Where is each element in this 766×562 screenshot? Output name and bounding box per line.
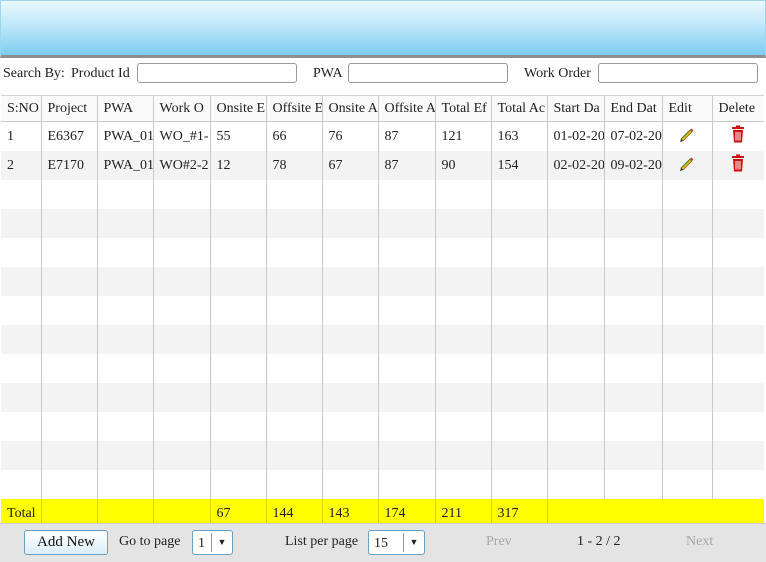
cell-total-effort: 90 (435, 151, 492, 180)
cell-sno: 1 (1, 121, 42, 151)
column-header-work-order[interactable]: Work O (153, 95, 211, 122)
cell-end-date: 09-02-2013 (604, 151, 663, 180)
pencil-icon[interactable] (678, 155, 696, 171)
cell-delete (712, 121, 764, 151)
prev-button[interactable]: Prev (486, 534, 512, 550)
cell-work-order: WO#2-2 (153, 151, 211, 180)
cell-end-date: 07-02-2013 (604, 121, 663, 151)
pwa-input[interactable] (348, 63, 508, 83)
cell-start-date: 02-02-2013 (547, 151, 605, 180)
empty-row (1, 412, 764, 441)
cell-total-effort: 121 (435, 121, 492, 151)
cell-offsite-estimate: 66 (266, 121, 323, 151)
cell-project: E7170 (41, 151, 98, 180)
table-row[interactable]: 1 E6367 PWA_01 WO_#1- 55 66 76 87 121 16… (1, 121, 764, 151)
column-header-sno[interactable]: S:NO (1, 95, 42, 122)
add-new-button[interactable]: Add New (24, 530, 108, 555)
cell-start-date: 01-02-2013 (547, 121, 605, 151)
cell-work-order: WO_#1- (153, 121, 211, 151)
empty-row (1, 383, 764, 412)
chevron-down-icon[interactable]: ▼ (211, 533, 232, 552)
cell-offsite-estimate: 78 (266, 151, 323, 180)
next-button[interactable]: Next (686, 534, 713, 550)
chevron-down-icon[interactable]: ▼ (403, 533, 424, 552)
trash-icon[interactable] (731, 154, 745, 172)
product-id-input[interactable] (137, 63, 297, 83)
top-banner (0, 0, 766, 58)
cell-edit (662, 151, 713, 180)
cell-onsite-actual: 76 (322, 121, 379, 151)
empty-row (1, 238, 764, 267)
search-by-label: Search By: (3, 66, 65, 81)
product-id-label: Product Id (71, 66, 130, 81)
column-header-onsite-actual[interactable]: Onsite A (322, 95, 379, 122)
grid-header-row: S:NO Project PWA Work O Onsite E Offsite… (1, 95, 764, 122)
list-per-page-label: List per page (285, 534, 359, 549)
empty-row (1, 180, 764, 209)
table-row[interactable]: 2 E7170 PWA_01 WO#2-2 12 78 67 87 90 154… (1, 151, 764, 180)
column-header-offsite-estimate[interactable]: Offsite E (266, 95, 323, 122)
column-header-offsite-actual[interactable]: Offsite A (378, 95, 436, 122)
cell-project: E6367 (41, 121, 98, 151)
column-header-total-effort[interactable]: Total Ef (435, 95, 492, 122)
column-header-project[interactable]: Project (41, 95, 98, 122)
cell-sno: 2 (1, 151, 42, 180)
cell-onsite-estimate: 55 (210, 121, 267, 151)
cell-onsite-actual: 67 (322, 151, 379, 180)
pwa-label: PWA (313, 66, 343, 81)
per-page-select-value: 15 (374, 536, 388, 551)
cell-offsite-actual: 87 (378, 151, 436, 180)
column-header-delete: Delete (712, 95, 764, 122)
work-order-label: Work Order (524, 66, 591, 81)
cell-total-actual: 154 (491, 151, 548, 180)
column-header-start-date[interactable]: Start Da (547, 95, 605, 122)
cell-total-actual: 163 (491, 121, 548, 151)
work-order-input[interactable] (598, 63, 758, 83)
cell-onsite-estimate: 12 (210, 151, 267, 180)
column-header-end-date[interactable]: End Dat (604, 95, 663, 122)
pager-footer: Add New Go to page 1 ▼ List per page 15 … (0, 523, 766, 562)
page-select-value: 1 (198, 536, 205, 551)
page-range-status: 1 - 2 / 2 (577, 534, 621, 549)
empty-row (1, 441, 764, 470)
cell-pwa: PWA_01 (97, 151, 154, 180)
cell-delete (712, 151, 764, 180)
work-order-grid: S:NO Project PWA Work O Onsite E Offsite… (1, 95, 764, 529)
per-page-select[interactable]: 15 ▼ (368, 530, 425, 555)
empty-row (1, 209, 764, 238)
cell-pwa: PWA_01 (97, 121, 154, 151)
trash-icon[interactable] (731, 125, 745, 143)
column-header-onsite-estimate[interactable]: Onsite E (210, 95, 267, 122)
empty-row (1, 354, 764, 383)
empty-row (1, 325, 764, 354)
cell-edit (662, 121, 713, 151)
page-select[interactable]: 1 ▼ (192, 530, 233, 555)
empty-row (1, 470, 764, 499)
empty-row (1, 296, 764, 325)
column-header-total-actual[interactable]: Total Ac (491, 95, 548, 122)
empty-row (1, 267, 764, 296)
column-header-edit: Edit (662, 95, 713, 122)
go-to-page-label: Go to page (119, 534, 181, 549)
column-header-pwa[interactable]: PWA (97, 95, 154, 122)
search-bar: Search By: Product Id PWA Work Order (0, 60, 766, 88)
pencil-icon[interactable] (678, 126, 696, 142)
cell-offsite-actual: 87 (378, 121, 436, 151)
